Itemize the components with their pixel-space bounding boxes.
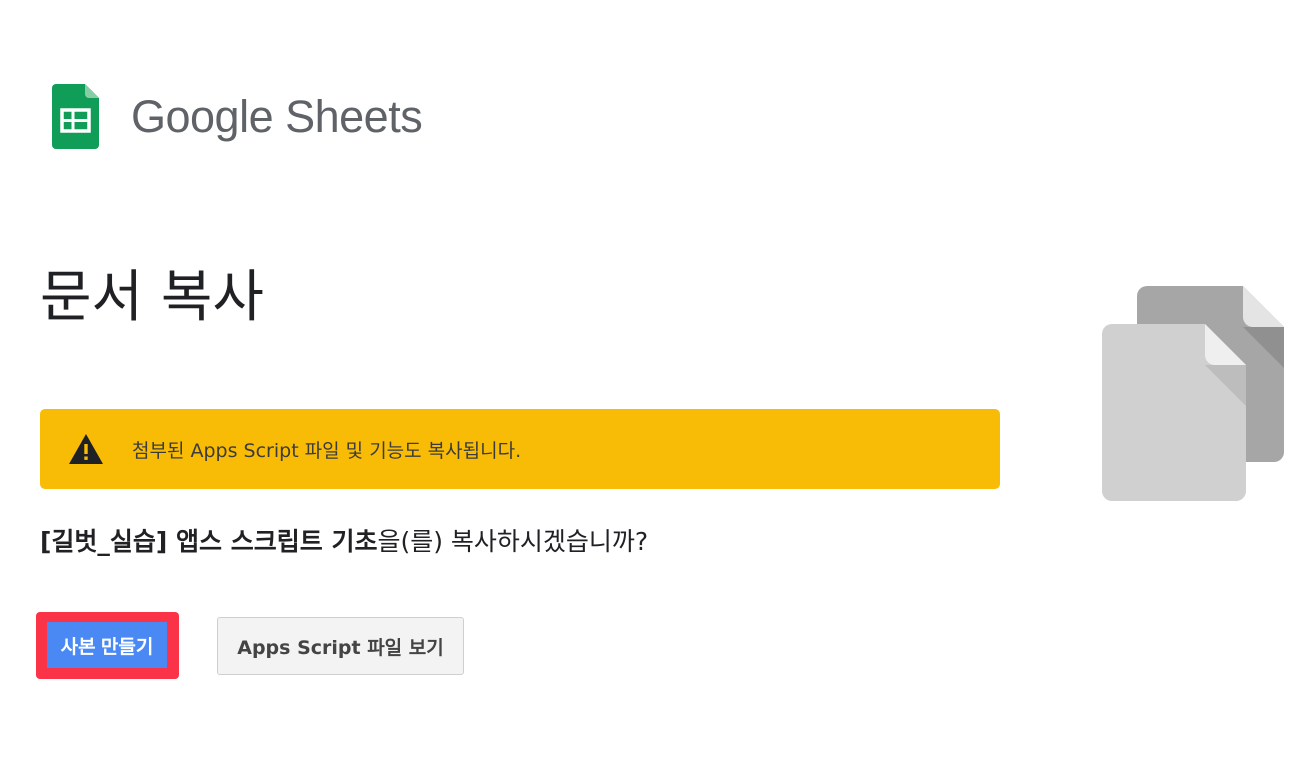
google-sheets-icon	[52, 83, 99, 149]
question-suffix: 을(를) 복사하시겠습니까?	[377, 527, 649, 556]
header: Google Sheets	[52, 83, 423, 149]
make-copy-label: 사본 만들기	[47, 622, 167, 668]
warning-text: 첨부된 Apps Script 파일 및 기능도 복사됩니다.	[132, 439, 522, 462]
warning-banner: 첨부된 Apps Script 파일 및 기능도 복사됩니다.	[40, 409, 1000, 489]
copy-documents-icon	[1102, 286, 1284, 501]
product-name: Google Sheets	[131, 90, 423, 142]
copy-question: [길벗_실습] 앱스 스크립트 기초을(를) 복사하시겠습니까?	[40, 526, 648, 559]
page-title: 문서 복사	[40, 265, 264, 330]
warning-triangle-icon	[69, 434, 103, 464]
document-name: [길벗_실습] 앱스 스크립트 기초	[40, 527, 378, 556]
make-copy-button[interactable]: 사본 만들기	[36, 612, 179, 679]
view-apps-script-button[interactable]: Apps Script 파일 보기	[217, 617, 464, 675]
